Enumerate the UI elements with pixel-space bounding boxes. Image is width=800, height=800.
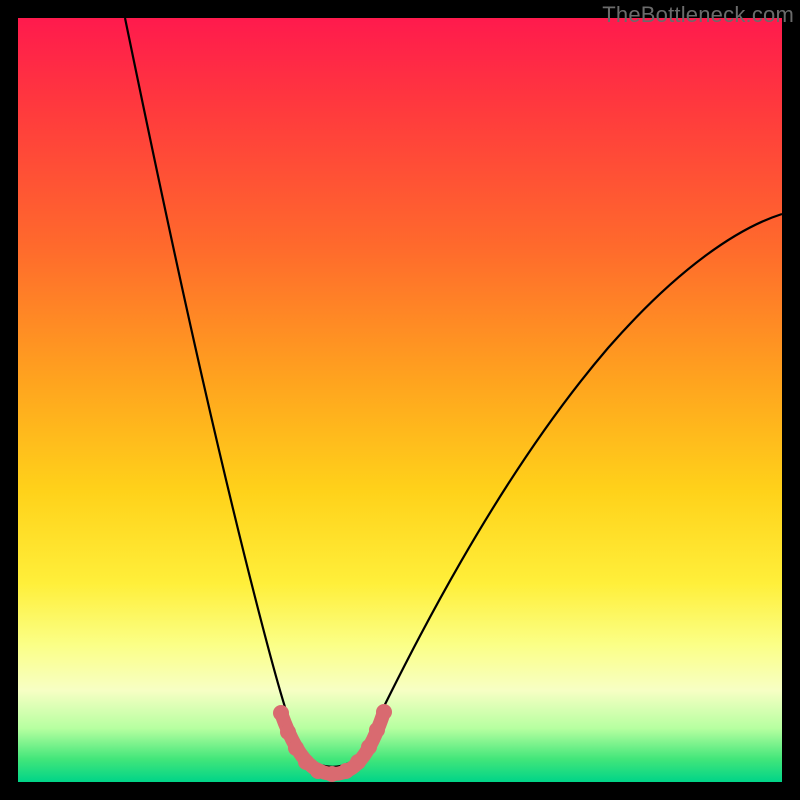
valley-highlight-dots [273,704,392,782]
chart-curves [18,18,782,782]
chart-frame [18,18,782,782]
curve-left-branch [125,18,301,751]
watermark-text: TheBottleneck.com [602,2,794,28]
curve-right-branch [362,214,782,751]
